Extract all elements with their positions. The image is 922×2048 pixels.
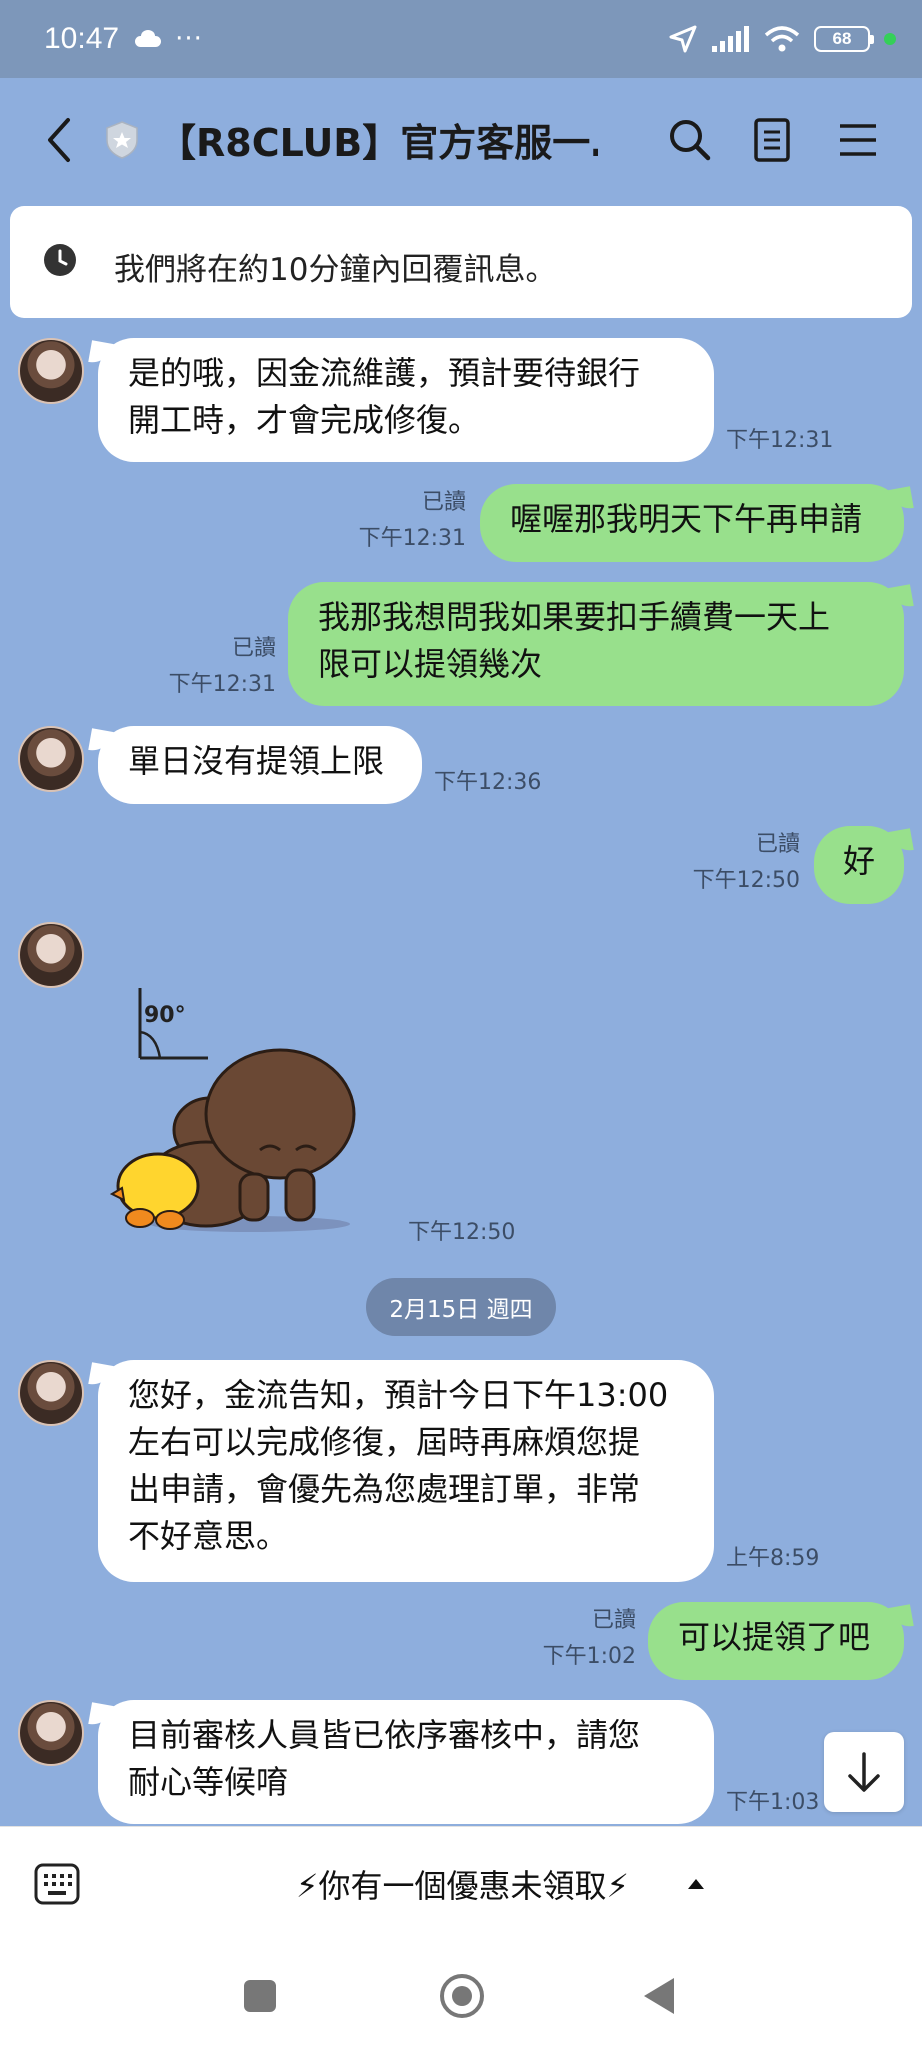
clock-icon	[44, 244, 76, 276]
status-bar: 10:47 ··· 68	[0, 0, 922, 78]
agent-avatar[interactable]	[18, 726, 84, 792]
home-icon[interactable]	[440, 1974, 484, 2018]
battery-level: 68	[832, 29, 852, 48]
message-time: 下午12:31	[726, 428, 834, 453]
system-navigation-bar	[0, 1936, 922, 2048]
chat-header: 【R8CLUB】官方客服一…	[0, 78, 922, 202]
message-time: 下午12:36	[434, 770, 542, 795]
read-receipt: 已讀	[231, 636, 276, 661]
privacy-indicator-icon	[884, 33, 896, 45]
more-notifications-icon: ···	[175, 24, 203, 54]
message-time: 下午12:50	[408, 1220, 516, 1245]
scroll-to-bottom-button[interactable]	[824, 1732, 904, 1812]
message-time: 下午1:03	[726, 1790, 820, 1815]
sticker-angle-label: 90°	[144, 1003, 186, 1028]
agent-avatar[interactable]	[18, 1700, 84, 1766]
recent-apps-icon[interactable]	[244, 1980, 276, 2012]
system-back-icon[interactable]	[644, 1978, 674, 2014]
back-arrow-icon[interactable]	[40, 114, 80, 166]
wifi-icon	[764, 26, 800, 52]
keyboard-icon[interactable]	[34, 1863, 80, 1905]
rich-menu-bar: ⚡你有一個優惠未領取⚡	[0, 1826, 922, 1936]
agent-avatar[interactable]	[18, 1360, 84, 1426]
notes-icon[interactable]	[746, 114, 798, 166]
read-receipt: 已讀	[591, 1608, 636, 1633]
response-time-notice: 我們將在約10分鐘內回覆訊息。	[10, 206, 912, 318]
sticker-bear-chick[interactable]: 90°	[110, 974, 380, 1240]
message-time: 下午12:31	[168, 672, 276, 697]
incoming-message: 您好，金流告知，預計今日下午13:00 左右可以完成修復，屆時再麻煩您提 出申請…	[98, 1360, 714, 1582]
menu-icon[interactable]	[832, 114, 884, 166]
expand-arrow-icon[interactable]	[688, 1879, 704, 1889]
incoming-message: 目前審核人員皆已依序審核中，請您 耐心等候唷	[98, 1700, 714, 1824]
cloud-icon	[133, 30, 163, 47]
status-time: 10:47	[44, 22, 120, 55]
read-receipt: 已讀	[755, 832, 800, 857]
incoming-message: 單日沒有提領上限	[98, 726, 422, 804]
official-badge-icon	[106, 121, 138, 159]
signal-icon	[712, 26, 749, 52]
outgoing-message: 喔喔那我明天下午再申請	[480, 484, 904, 562]
read-receipt: 已讀	[421, 490, 466, 515]
message-time: 下午12:31	[358, 526, 466, 551]
agent-avatar[interactable]	[18, 922, 84, 988]
message-time: 上午8:59	[726, 1546, 820, 1571]
message-time: 下午12:50	[692, 868, 800, 893]
search-icon[interactable]	[664, 114, 716, 166]
message-time: 下午1:02	[542, 1644, 636, 1669]
outgoing-message: 好	[814, 826, 904, 904]
arrow-down-icon	[848, 1752, 880, 1792]
location-arrow-icon	[669, 25, 697, 53]
date-divider: 2月15日 週四	[366, 1278, 556, 1336]
agent-avatar[interactable]	[18, 338, 84, 404]
battery-icon: 68	[814, 26, 874, 52]
rich-menu-toggle[interactable]: ⚡你有一個優惠未領取⚡	[296, 1861, 629, 1907]
outgoing-message: 可以提領了吧	[648, 1602, 904, 1680]
chat-title: 【R8CLUB】官方客服一…	[158, 121, 598, 165]
outgoing-message: 我那我想問我如果要扣手續費一天上 限可以提領幾次	[288, 582, 904, 706]
incoming-message: 是的哦，因金流維護，預計要待銀行 開工時，才會完成修復。	[98, 338, 714, 462]
notice-text: 我們將在約10分鐘內回覆訊息。	[114, 252, 557, 288]
